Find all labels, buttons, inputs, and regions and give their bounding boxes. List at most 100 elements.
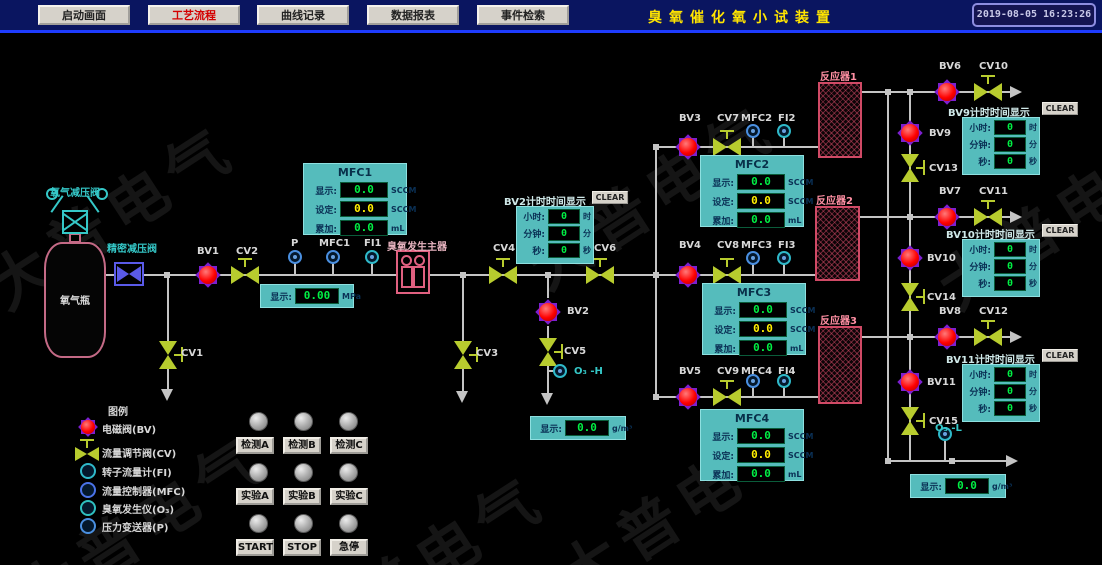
solenoid-valve-bv4[interactable]: [674, 261, 702, 289]
bv2-timer-panel: 小时:0时 分钟:0分 秒:0秒: [516, 206, 594, 264]
control-valve-cv6: [586, 266, 614, 284]
ozone-value: 0.0: [945, 478, 989, 494]
solenoid-valve-bv9[interactable]: [896, 119, 924, 147]
bv2-timer-clear-button[interactable]: CLEAR: [592, 191, 628, 204]
control-valve-cv5: [539, 338, 557, 366]
valve-label-bv6: BV6: [939, 61, 961, 72]
nav-process-flow[interactable]: 工艺流程: [148, 5, 240, 25]
row-unit: SCCM: [788, 451, 813, 460]
setpoint-value[interactable]: 0.0: [340, 201, 388, 217]
row-unit: mL: [391, 224, 404, 233]
experiment-a-button[interactable]: 实验A: [236, 488, 274, 505]
legend-item: 压力变送器(P): [102, 519, 168, 534]
oxygen-regulator-label: 氧气减压阀: [50, 184, 100, 199]
solenoid-valve-bv10[interactable]: [896, 244, 924, 272]
indicator-lamp-detect-c: [339, 412, 358, 431]
nav-data-report[interactable]: 数据报表: [367, 5, 459, 25]
valve-label-bv2: BV2: [567, 306, 589, 317]
reactor-1-label: 反应器1: [820, 68, 857, 83]
control-valve-cv3: [454, 341, 472, 369]
row-unit: SCCM: [788, 178, 813, 187]
mfc2-panel: MFC2 显示:0.0SCCM 设定:0.0SCCM 累加:0.0mL: [700, 155, 804, 227]
row-label: 分钟:: [519, 227, 545, 240]
pipe-junction: [885, 89, 891, 95]
row-label: 秒:: [965, 277, 991, 290]
indicator-lamp-start: [249, 514, 268, 533]
solenoid-valve-bv11[interactable]: [896, 368, 924, 396]
row-unit: 分: [1029, 386, 1037, 397]
flow-arrow-right: [1010, 86, 1022, 98]
nav-startup-screen[interactable]: 启动画面: [38, 5, 130, 25]
pipe-junction: [653, 272, 659, 278]
pressure-transmitter-icon: [288, 250, 302, 264]
row-unit: SCCM: [790, 306, 815, 315]
row-label: 累加:: [704, 468, 734, 481]
pipe-junction: [907, 334, 913, 340]
row-unit: 秒: [1029, 403, 1037, 414]
total-value: 0.0: [737, 212, 785, 228]
ozone-concentration-display: 显示: 0.0 g/m³: [530, 416, 626, 440]
nav-event-search[interactable]: 事件检索: [477, 5, 569, 25]
row-unit: g/m³: [992, 482, 1013, 491]
indicator-lamp-estop: [339, 514, 358, 533]
experiment-c-button[interactable]: 实验C: [330, 488, 368, 505]
emergency-stop-button[interactable]: 急停: [330, 539, 368, 556]
flow-arrow-right: [1010, 331, 1022, 343]
control-valve-cv11: [974, 208, 1002, 226]
row-label: 秒:: [965, 402, 991, 415]
oxygen-cylinder-label: 氧气瓶: [44, 292, 106, 307]
row-label: 累加:: [706, 342, 736, 355]
valve-label-cv5: CV5: [564, 346, 586, 357]
sensor-label-o3-high: O₃ -H: [574, 366, 603, 377]
bv11-timer-clear-button[interactable]: CLEAR: [1042, 349, 1078, 362]
pipe-junction: [653, 144, 659, 150]
bv9-timer-clear-button[interactable]: CLEAR: [1042, 102, 1078, 115]
pipe: [167, 275, 169, 345]
stop-button[interactable]: STOP: [283, 539, 321, 556]
solenoid-valve-bv5[interactable]: [674, 383, 702, 411]
control-valve-cv14: [901, 283, 919, 311]
pipe-junction: [545, 272, 551, 278]
total-value: 0.0: [739, 340, 787, 356]
sensor-label-fi1: FI1: [364, 238, 382, 249]
setpoint-value[interactable]: 0.0: [739, 321, 787, 337]
timer-value: 0: [994, 259, 1026, 274]
row-label: 小时:: [519, 210, 545, 223]
ozone-high-sensor-icon: [553, 364, 567, 378]
solenoid-valve-bv6[interactable]: [933, 78, 961, 106]
detect-b-button[interactable]: 检测B: [283, 437, 321, 454]
mfc1-panel-title: MFC1: [304, 164, 406, 179]
flow-arrow-down: [456, 391, 468, 403]
setpoint-value[interactable]: 0.0: [737, 447, 785, 463]
pipe-junction: [949, 458, 955, 464]
setpoint-value[interactable]: 0.0: [737, 193, 785, 209]
solenoid-valve-bv3[interactable]: [674, 133, 702, 161]
pipe-junction: [460, 272, 466, 278]
solenoid-valve-bv8[interactable]: [933, 323, 961, 351]
row-unit: 分: [583, 228, 591, 239]
nav-curve-record[interactable]: 曲线记录: [257, 5, 349, 25]
control-valve-cv1: [159, 341, 177, 369]
timer-value: 0: [548, 226, 580, 241]
fi1-rotameter-icon: [365, 250, 379, 264]
row-label: 设定:: [706, 323, 736, 336]
reactor-2: [815, 206, 860, 281]
valve-label-bv11: BV11: [927, 377, 956, 388]
bv10-timer-clear-button[interactable]: CLEAR: [1042, 224, 1078, 237]
timer-value: 0: [994, 276, 1026, 291]
sensor-label-mfc3: MFC3: [741, 240, 772, 251]
mfc4-panel-title: MFC4: [701, 410, 803, 425]
indicator-lamp-detect-b: [294, 412, 313, 431]
sensor-label-o3-low: O₃ -L: [935, 423, 962, 434]
detect-c-button[interactable]: 检测C: [330, 437, 368, 454]
detect-a-button[interactable]: 检测A: [236, 437, 274, 454]
solenoid-valve-bv2[interactable]: [534, 298, 562, 326]
display-value: 0.0: [739, 302, 787, 318]
sensor-label-fi2: FI2: [778, 113, 796, 124]
valve-label-bv7: BV7: [939, 186, 961, 197]
mfc2-panel-title: MFC2: [701, 156, 803, 171]
start-button[interactable]: START: [236, 539, 274, 556]
solenoid-valve-bv1[interactable]: [194, 261, 222, 289]
experiment-b-button[interactable]: 实验B: [283, 488, 321, 505]
row-unit: 时: [1029, 369, 1037, 380]
